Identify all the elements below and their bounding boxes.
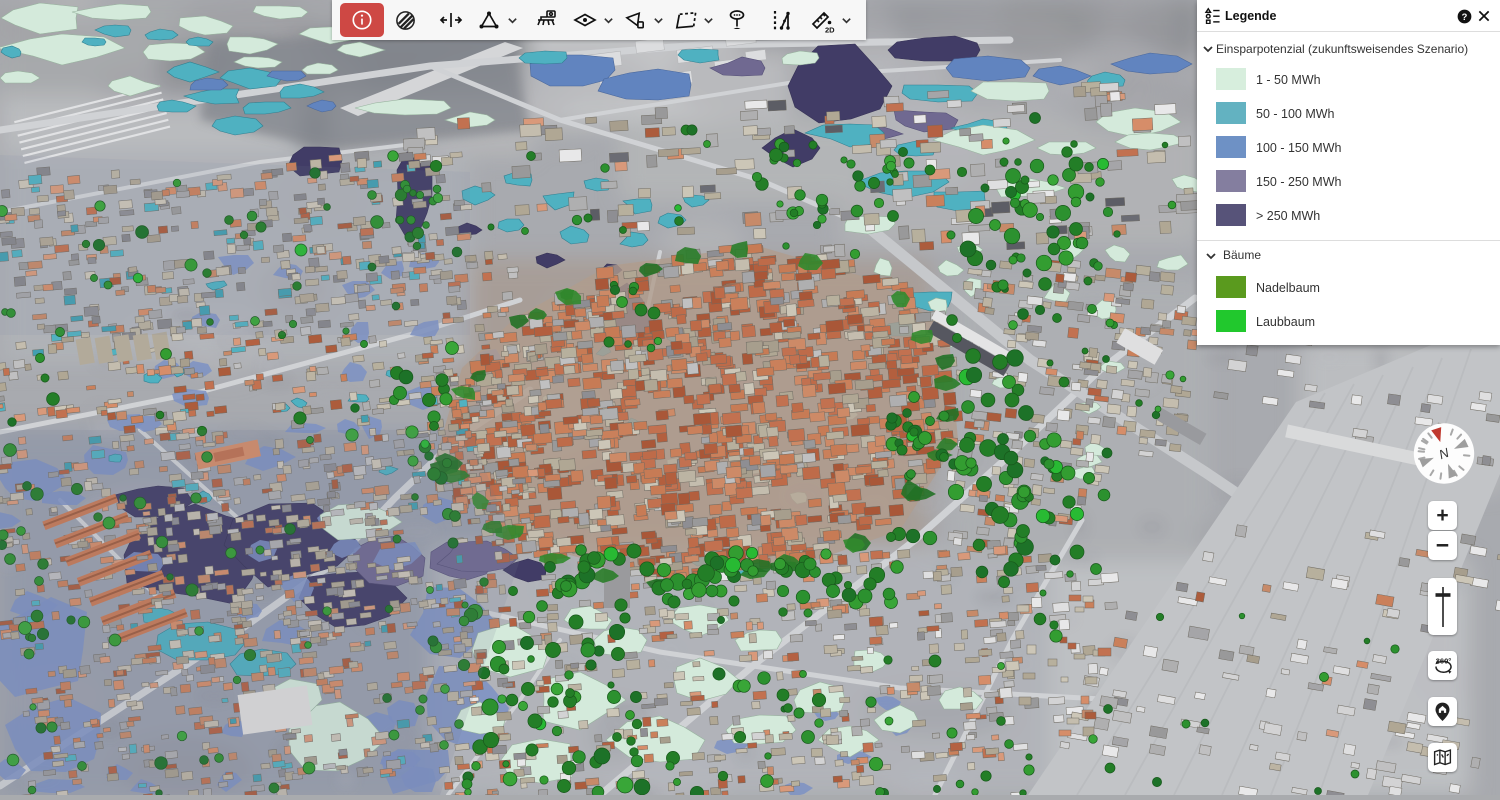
svg-text:?: ? bbox=[1462, 12, 1468, 22]
